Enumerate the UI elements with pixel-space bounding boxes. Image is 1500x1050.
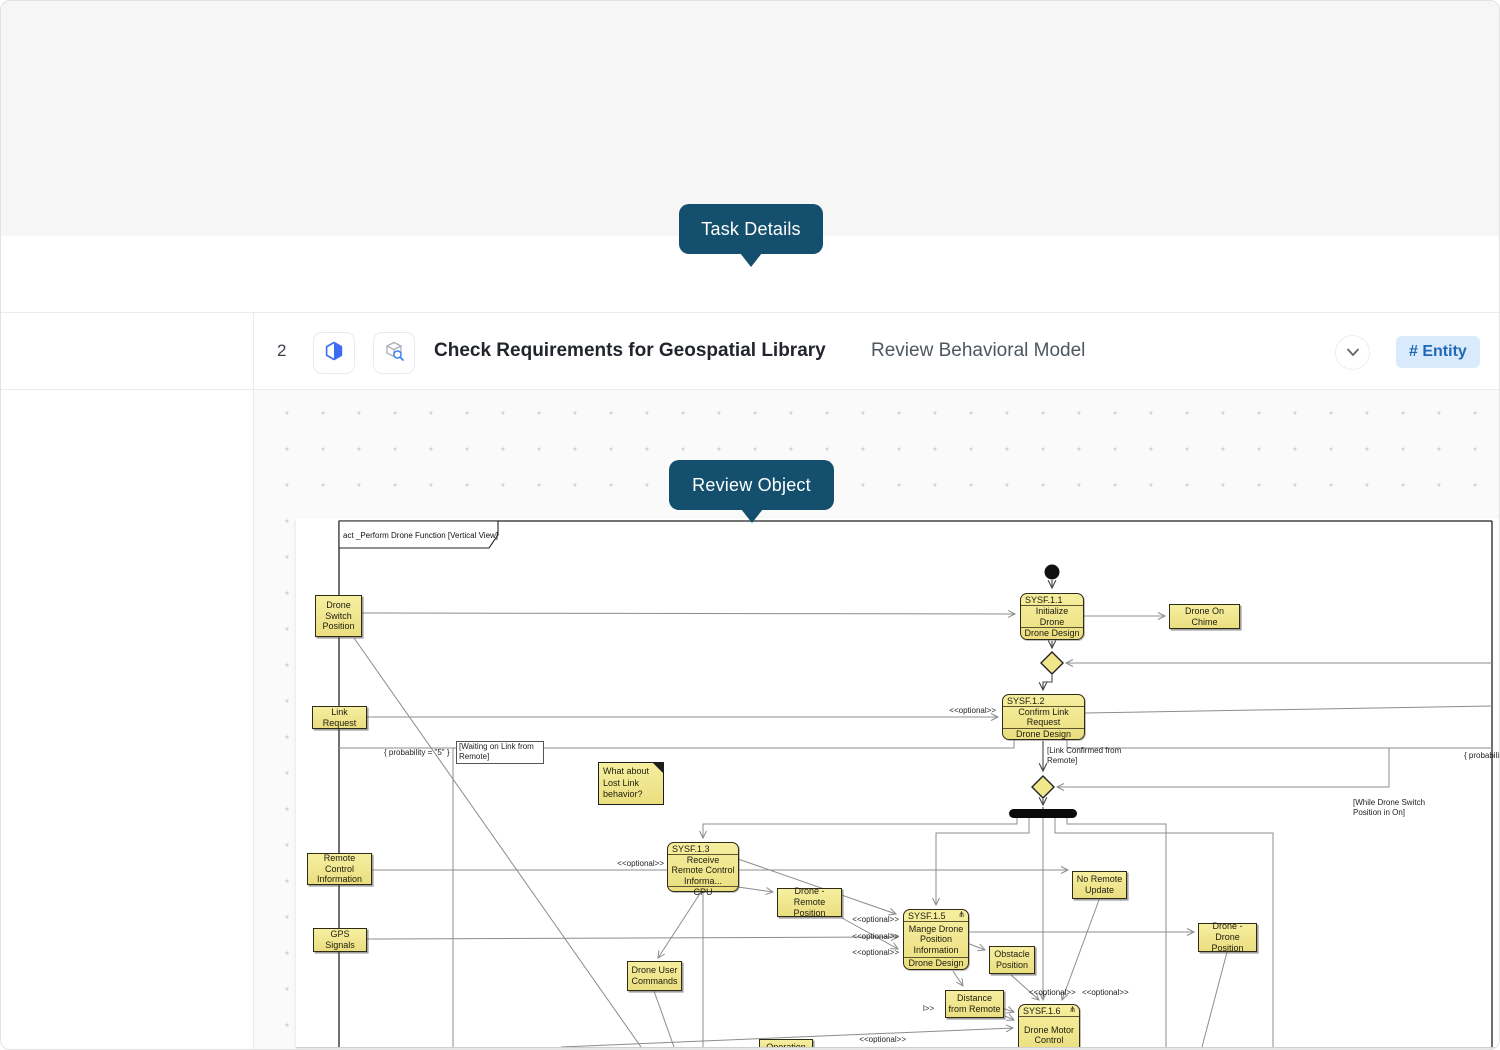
edge-label-optional: <<optional>> <box>1029 988 1076 997</box>
note-lost-link[interactable]: What about Lost Link behavior? <box>598 762 664 805</box>
object-link-request[interactable]: Link Request <box>312 706 367 729</box>
edge-label-optional: <<optional>> <box>852 948 899 957</box>
panel-divider <box>253 312 254 1050</box>
action-sysf-1-6[interactable]: SYSF.1.6 ⋔ Drone Motor Control <box>1018 1004 1080 1048</box>
edge-label-optional: <<optional>> <box>949 706 996 715</box>
object-label: Drone On Chime <box>1171 606 1238 628</box>
action-id: SYSF.1.1 <box>1021 594 1083 606</box>
object-gps-signals[interactable]: GPS Signals <box>313 928 367 952</box>
action-name: Mange Drone Position Information <box>904 922 968 957</box>
guard-link-confirmed-line2: Remote] <box>1047 756 1142 766</box>
object-operation-clipped[interactable]: Operation <box>759 1039 813 1048</box>
guard-link-confirmed-line1: [Link Confirmed from <box>1047 746 1142 756</box>
action-id: SYSF.1.2 <box>1003 695 1084 707</box>
left-panel <box>1 390 253 1050</box>
hexagon-entity-icon <box>324 341 344 366</box>
action-id: SYSF.1.6 ⋔ <box>1019 1005 1079 1017</box>
guard-while-switch-line1: [While Drone Switch <box>1353 798 1448 808</box>
object-remote-control-information[interactable]: Remote Control Information <box>307 853 372 885</box>
fork-node <box>1009 809 1077 818</box>
object-label: Drone - Drone Position <box>1200 921 1255 953</box>
rake-icon: ⋔ <box>1069 1005 1076 1014</box>
edge-label-probability: { probability = "5" } <box>384 748 450 757</box>
object-label: Drone User Commands <box>629 965 680 987</box>
object-label: Obstacle Position <box>991 949 1033 971</box>
object-label: Remote Control Information <box>309 853 370 885</box>
action-id: SYSF.1.3 <box>668 843 738 855</box>
entity-type-badge[interactable]: # Entity <box>1396 336 1480 368</box>
review-object-tooltip-label: Review Object <box>692 475 811 496</box>
chevron-down-icon <box>1346 344 1360 362</box>
object-no-remote-update[interactable]: No Remote Update <box>1072 871 1127 899</box>
action-id-text: SYSF.1.5 <box>908 911 946 921</box>
guard-waiting-line1: [Waiting on Link from <box>459 742 541 752</box>
edge-label-probability-clipped: { probabilit <box>1464 751 1500 760</box>
action-sysf-1-2[interactable]: SYSF.1.2 Confirm Link Request Drone Desi… <box>1002 694 1085 740</box>
review-object-tooltip: Review Object <box>669 460 834 510</box>
action-sysf-1-5[interactable]: SYSF.1.5 ⋔ Mange Drone Position Informat… <box>903 909 969 970</box>
guard-waiting-line2: Remote] <box>459 752 541 762</box>
object-label: Drone Switch Position <box>317 600 360 632</box>
action-id-text: SYSF.1.2 <box>1007 696 1045 706</box>
action-allocation: Drone Design <box>904 957 968 969</box>
object-drone-switch-position[interactable]: Drone Switch Position <box>315 595 362 637</box>
frame-title: act _Perform Drone Function [Vertical Vi… <box>343 531 498 540</box>
object-label: Drone - Remote Position <box>779 886 840 918</box>
decision-node-1 <box>1041 652 1063 674</box>
guard-while-switch-label: [While Drone Switch Position in On] <box>1353 798 1448 819</box>
edge-label-optional: <<optional>> <box>1082 988 1129 997</box>
task-title: Check Requirements for Geospatial Librar… <box>434 312 826 390</box>
action-id-text: SYSF.1.3 <box>672 844 710 854</box>
edge-label-optional: <<optional>> <box>852 915 899 924</box>
object-obstacle-position[interactable]: Obstacle Position <box>989 946 1035 974</box>
guard-link-confirmed-label: [Link Confirmed from Remote] <box>1047 746 1142 767</box>
diagram-page[interactable]: act _Perform Drone Function [Vertical Vi… <box>296 518 1500 1048</box>
task-subtitle: Review Behavioral Model <box>871 312 1085 390</box>
action-sysf-1-3[interactable]: SYSF.1.3 Receive Remote Control Informa.… <box>667 842 739 892</box>
object-label: No Remote Update <box>1074 874 1125 896</box>
action-allocation: Drone Design <box>1021 627 1083 639</box>
object-drone-on-chime[interactable]: Drone On Chime <box>1169 604 1240 629</box>
action-id-text: SYSF.1.1 <box>1025 595 1063 605</box>
note-text: What about Lost Link behavior? <box>603 766 649 799</box>
action-id-text: SYSF.1.6 <box>1023 1006 1061 1016</box>
task-details-tooltip-label: Task Details <box>701 219 800 240</box>
object-label: Operation <box>766 1042 806 1048</box>
edge-label-gt: l>> <box>923 1004 934 1013</box>
action-name: Confirm Link Request <box>1003 707 1084 728</box>
app-window: Task Details 2 Check Requirements for Ge… <box>0 0 1500 1050</box>
action-name: Drone Motor Control <box>1019 1017 1079 1048</box>
object-drone-user-commands[interactable]: Drone User Commands <box>627 961 682 991</box>
note-fold-corner <box>652 762 664 774</box>
action-name: Receive Remote Control Informa... <box>668 855 738 886</box>
decision-node-2 <box>1032 776 1054 798</box>
expand-row-button[interactable] <box>1335 335 1370 370</box>
task-index: 2 <box>277 312 286 390</box>
object-label: GPS Signals <box>315 929 365 951</box>
action-id: SYSF.1.5 ⋔ <box>904 910 968 922</box>
action-name: Initialize Drone <box>1021 606 1083 627</box>
entity-type-badge-label: # Entity <box>1409 343 1467 361</box>
edge-label-optional: <<optional>> <box>852 932 899 941</box>
action-sysf-1-1[interactable]: SYSF.1.1 Initialize Drone Drone Design <box>1020 593 1084 640</box>
edge-label-optional: <<optional>> <box>859 1035 906 1044</box>
model-view-button[interactable] <box>373 332 415 374</box>
object-label: Link Request <box>314 707 365 729</box>
initial-node <box>1045 565 1060 580</box>
object-distance-from-remote[interactable]: Distance from Remote <box>945 990 1004 1018</box>
task-details-tooltip: Task Details <box>679 204 823 254</box>
action-allocation: Drone Design <box>1003 728 1084 740</box>
action-allocation: CPU <box>668 886 738 898</box>
object-label: Distance from Remote <box>947 993 1002 1015</box>
object-drone-drone-position[interactable]: Drone - Drone Position <box>1198 923 1257 952</box>
rake-icon: ⋔ <box>958 910 965 919</box>
guard-waiting-label: [Waiting on Link from Remote] <box>456 741 544 764</box>
guard-while-switch-line2: Position in On] <box>1353 808 1448 818</box>
diagram-edges: act _Perform Drone Function [Vertical Vi… <box>296 518 1500 1047</box>
header-strip <box>1 1 1500 236</box>
cube-search-icon <box>383 340 405 367</box>
entity-icon-button[interactable] <box>313 332 355 374</box>
object-drone-remote-position[interactable]: Drone - Remote Position <box>777 888 842 917</box>
edge-label-optional: <<optional>> <box>617 859 664 868</box>
